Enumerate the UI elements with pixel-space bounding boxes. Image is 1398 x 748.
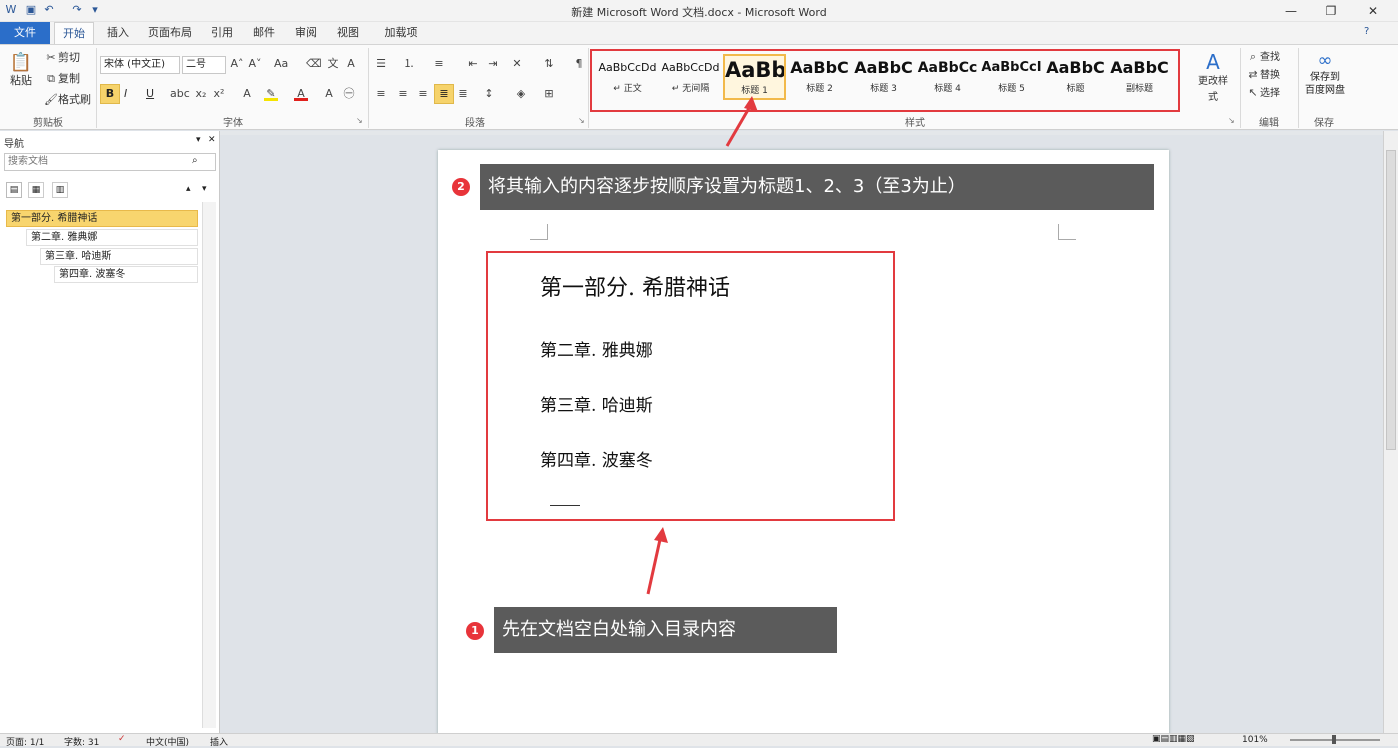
status-page[interactable]: 页面: 1/1 (6, 735, 44, 748)
spellcheck-icon[interactable]: ✓ (118, 734, 126, 744)
step-1-marker: 1 (466, 622, 484, 640)
arrow-to-content (646, 534, 663, 595)
arrowhead-top (744, 96, 758, 112)
status-zoom[interactable]: 101% (1242, 735, 1268, 745)
instruction-callout-bottom: 先在文档空白处输入目录内容 (494, 607, 837, 653)
status-mode[interactable]: 插入 (210, 735, 228, 748)
marker-number: 1 (471, 624, 479, 637)
status-language[interactable]: 中文(中国) (146, 735, 189, 748)
arrow-to-heading-style (725, 102, 754, 147)
scrollbar-thumb[interactable] (1386, 150, 1396, 450)
status-words[interactable]: 字数: 31 (64, 735, 99, 748)
zoom-slider-thumb[interactable] (1332, 735, 1336, 744)
arrowhead-bottom (654, 527, 668, 543)
view-buttons-icon[interactable]: ▣▤▥▦▧ (1152, 734, 1195, 744)
